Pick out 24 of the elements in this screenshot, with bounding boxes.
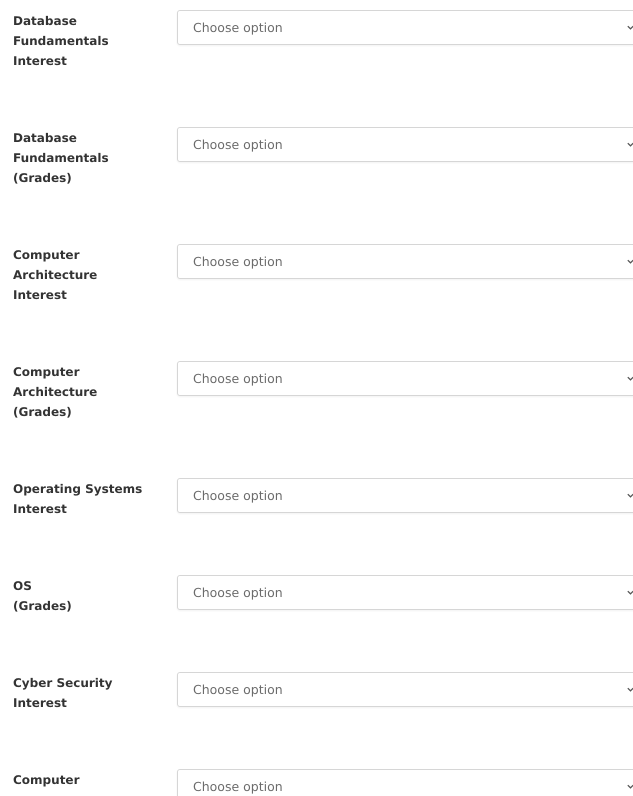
- chevron-down-icon: [626, 374, 633, 383]
- field-label: Computer: [13, 772, 80, 789]
- field-label: OS (Grades): [13, 578, 73, 615]
- field-label: Cyber Security Interest: [13, 675, 114, 712]
- option-select[interactable]: Choose option: [177, 244, 633, 279]
- field-label: Operating Systems Interest: [13, 481, 144, 518]
- field-label: Database Fundamentals (Grades): [13, 130, 110, 187]
- chevron-down-icon: [626, 588, 633, 597]
- chevron-down-icon: [626, 140, 633, 149]
- option-select[interactable]: Choose option: [177, 575, 633, 610]
- option-select[interactable]: Choose option: [177, 361, 633, 396]
- chevron-down-icon: [626, 782, 633, 791]
- option-select[interactable]: Choose option: [177, 478, 633, 513]
- option-select[interactable]: Choose option: [177, 127, 633, 162]
- field-label: Computer Architecture Interest: [13, 247, 98, 304]
- chevron-down-icon: [626, 23, 633, 32]
- field-label: Database Fundamentals Interest: [13, 13, 110, 70]
- option-select[interactable]: Choose option: [177, 10, 633, 45]
- field-label: Computer Architecture (Grades): [13, 364, 98, 421]
- option-select[interactable]: Choose option: [177, 769, 633, 796]
- chevron-down-icon: [626, 491, 633, 500]
- chevron-down-icon: [626, 685, 633, 694]
- chevron-down-icon: [626, 257, 633, 266]
- option-select[interactable]: Choose option: [177, 672, 633, 707]
